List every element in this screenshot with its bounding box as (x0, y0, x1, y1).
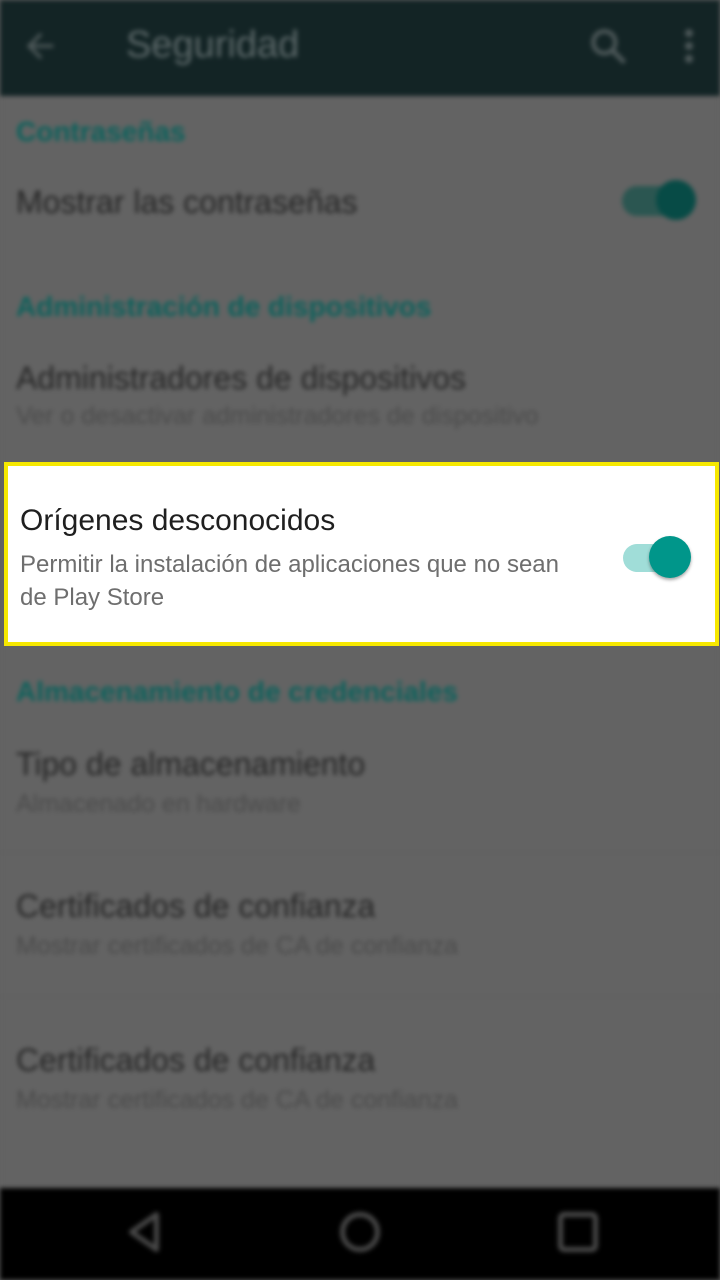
system-nav-bar (0, 1188, 720, 1280)
trusted-certs-subtitle: Mostrar certificados de CA de confianza (16, 932, 458, 960)
divider (0, 996, 720, 997)
trusted-certs-2-title[interactable]: Certificados de confianza (16, 1042, 375, 1079)
section-header-credentials: Almacenamiento de credenciales (16, 676, 458, 707)
unknown-sources-row[interactable]: Orígenes desconocidos Permitir la instal… (4, 462, 719, 646)
trusted-certs-2-subtitle: Mostrar certificados de CA de confianza (16, 1086, 458, 1114)
toggle-thumb (649, 536, 691, 578)
more-vert-icon[interactable] (674, 24, 704, 68)
app-bar: Seguridad (0, 0, 720, 96)
divider (0, 852, 720, 853)
trusted-certs-title[interactable]: Certificados de confianza (16, 888, 375, 925)
unknown-sources-toggle[interactable] (621, 536, 693, 580)
device-admins-title[interactable]: Administradores de dispositivos (16, 360, 466, 397)
show-passwords-toggle-thumb[interactable] (656, 180, 696, 220)
storage-type-title[interactable]: Tipo de almacenamiento (16, 746, 365, 783)
unknown-sources-title: Orígenes desconocidos (20, 504, 336, 537)
nav-back-icon[interactable] (114, 1202, 174, 1262)
nav-home-icon[interactable] (330, 1202, 390, 1262)
device-admins-subtitle: Ver o desactivar administradores de disp… (16, 402, 539, 430)
search-icon[interactable] (586, 24, 630, 68)
unknown-sources-subtitle: Permitir la instalación de aplicaciones … (20, 551, 559, 611)
section-header-device-admin: Administración de dispositivos (16, 291, 432, 322)
page-title: Seguridad (126, 24, 300, 66)
nav-recents-icon[interactable] (548, 1202, 608, 1262)
storage-type-subtitle: Almacenado en hardware (16, 790, 301, 818)
arrow-back-icon[interactable] (20, 26, 60, 66)
show-passwords-title[interactable]: Mostrar las contraseñas (16, 184, 357, 221)
section-header-passwords: Contraseñas (16, 116, 186, 147)
